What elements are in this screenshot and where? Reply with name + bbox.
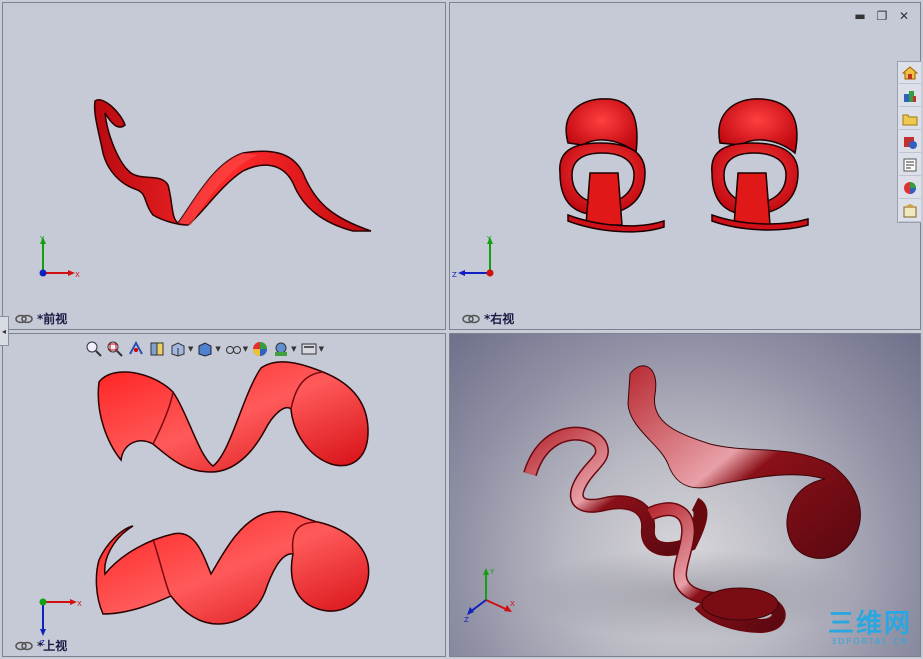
- axis-triad: Y X: [33, 233, 93, 283]
- appearance-icon[interactable]: [898, 177, 921, 199]
- svg-text:Z: Z: [452, 271, 457, 279]
- svg-text:X: X: [75, 271, 80, 279]
- design-library-icon[interactable]: [898, 131, 921, 153]
- custom-properties-icon[interactable]: [898, 200, 921, 222]
- top-viewport[interactable]: ▼ ▼ ▼ ▼ ▼ X Z *上视: [2, 333, 446, 657]
- link-icon: [15, 314, 33, 323]
- svg-text:Y: Y: [489, 568, 495, 576]
- watermark-logo: 三维网 3DPORTAL.CN: [827, 609, 912, 646]
- right-viewport[interactable]: ▬ ❐ ✕ Y Z *右视: [449, 2, 921, 330]
- home-icon[interactable]: [898, 62, 921, 84]
- resources-icon[interactable]: [898, 85, 921, 107]
- axis-triad: Y Z: [452, 233, 512, 283]
- svg-text:X: X: [510, 600, 515, 608]
- svg-text:Z: Z: [464, 616, 469, 622]
- view-label-top: *上视: [15, 637, 67, 654]
- properties-icon[interactable]: [898, 154, 921, 176]
- ribbon-model-right: [559, 98, 809, 233]
- svg-text:Y: Y: [39, 235, 45, 243]
- front-viewport[interactable]: Y X *前视: [2, 2, 446, 330]
- axis-triad: Y X Z: [464, 566, 524, 622]
- view-label-front: *前视: [15, 310, 67, 327]
- panel-collapse-handle[interactable]: ◂: [0, 316, 9, 346]
- svg-text:X: X: [77, 600, 82, 608]
- folder-icon[interactable]: [898, 108, 921, 130]
- link-icon: [15, 641, 33, 650]
- isometric-viewport[interactable]: Y X Z 三维网 3DPORTAL.CN: [449, 333, 921, 657]
- link-icon: [462, 314, 480, 323]
- svg-text:Y: Y: [486, 235, 492, 243]
- view-label-right: *右视: [462, 310, 514, 327]
- task-pane: [897, 61, 921, 223]
